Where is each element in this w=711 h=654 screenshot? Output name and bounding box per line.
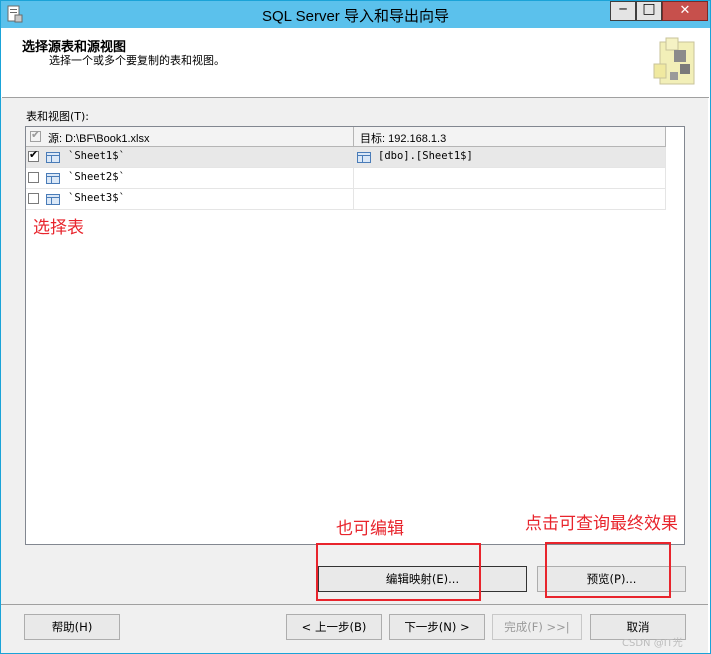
row-checkbox[interactable] <box>28 172 39 183</box>
destination-header-text: 目标: 192.168.1.3 <box>360 133 447 145</box>
destination-cell[interactable] <box>354 168 666 188</box>
minimize-button[interactable]: ─ <box>610 1 636 21</box>
window-title: SQL Server 导入和导出向导 <box>262 8 449 25</box>
close-icon: ✕ <box>679 3 691 18</box>
source-cell[interactable]: `Sheet3$` <box>26 189 354 209</box>
destination-cell[interactable] <box>354 189 666 209</box>
table-icon <box>46 152 60 163</box>
table-icon <box>46 194 60 205</box>
table-row[interactable]: `Sheet1$` [dbo].[Sheet1$] <box>26 147 666 168</box>
annotation-also-edit: 也可编辑 <box>336 519 404 539</box>
maximize-button[interactable]: □ <box>636 1 662 21</box>
wizard-header: 选择源表和源视图 选择一个或多个要复制的表和视图。 <box>2 28 709 98</box>
wizard-graphic-icon <box>653 37 695 85</box>
finish-button[interactable]: 完成(F) >>| <box>492 614 582 640</box>
source-table-name: `Sheet3$` <box>68 192 125 204</box>
destination-cell[interactable]: [dbo].[Sheet1$] <box>354 147 666 167</box>
annotation-preview-note: 点击可查询最终效果 <box>525 514 678 534</box>
table-icon <box>46 173 60 184</box>
annotation-box-edit <box>316 543 481 601</box>
table-icon <box>357 152 371 163</box>
source-table-name: `Sheet1$` <box>68 150 125 162</box>
row-checkbox[interactable] <box>28 193 39 204</box>
source-column-header[interactable]: 源: D:\BF\Book1.xlsx <box>26 127 354 146</box>
table-row[interactable]: `Sheet2$` <box>26 168 666 189</box>
next-button[interactable]: 下一步(N) > <box>389 614 485 640</box>
grid-header: 源: D:\BF\Book1.xlsx 目标: 192.168.1.3 <box>26 127 666 147</box>
back-button[interactable]: < 上一步(B) <box>286 614 382 640</box>
tables-views-label: 表和视图(T): <box>26 110 90 123</box>
annotation-select-table: 选择表 <box>33 218 84 238</box>
close-button[interactable]: ✕ <box>662 1 708 21</box>
source-cell[interactable]: `Sheet1$` <box>26 147 354 167</box>
maximize-icon: □ <box>642 1 656 17</box>
destination-table-name: [dbo].[Sheet1$] <box>378 150 473 162</box>
table-row[interactable]: `Sheet3$` <box>26 189 666 210</box>
minimize-icon: ─ <box>619 2 627 16</box>
grid-scroll-area <box>666 127 684 544</box>
source-table-name: `Sheet2$` <box>68 171 125 183</box>
select-all-checkbox[interactable] <box>30 128 41 142</box>
row-checkbox[interactable] <box>28 148 39 162</box>
page-subtitle: 选择一个或多个要复制的表和视图。 <box>49 54 225 67</box>
destination-column-header[interactable]: 目标: 192.168.1.3 <box>354 127 666 146</box>
title-bar[interactable]: SQL Server 导入和导出向导 ─ □ ✕ <box>1 1 710 28</box>
watermark: CSDN @IT光 <box>622 638 683 649</box>
source-cell[interactable]: `Sheet2$` <box>26 168 354 188</box>
help-button[interactable]: 帮助(H) <box>24 614 120 640</box>
annotation-box-preview <box>545 542 671 598</box>
source-header-text: 源: D:\BF\Book1.xlsx <box>48 133 150 145</box>
tables-grid[interactable]: 源: D:\BF\Book1.xlsx 目标: 192.168.1.3 `She… <box>25 126 685 545</box>
